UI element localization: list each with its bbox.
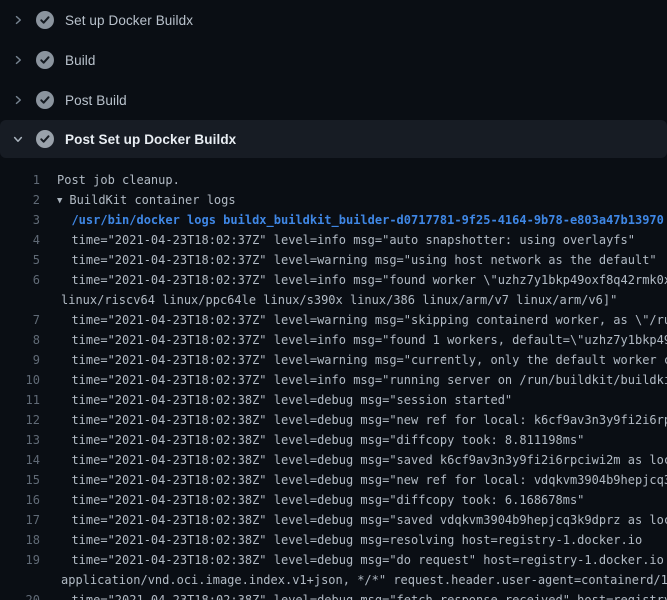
log-line: 11 time="2021-04-23T18:02:38Z" level=deb…: [0, 390, 667, 410]
step-label: Build: [65, 53, 96, 68]
log-line: 10 time="2021-04-23T18:02:37Z" level=inf…: [0, 370, 667, 390]
log-line: 2 ▼BuildKit container logs: [0, 190, 667, 210]
log-text: time="2021-04-23T18:02:38Z" level=debug …: [57, 550, 667, 570]
line-number[interactable]: 20: [0, 590, 40, 600]
group-collapse-triangle-icon[interactable]: ▼: [57, 191, 62, 210]
line-number[interactable]: 3: [0, 210, 40, 230]
log-text: linux/riscv64 linux/ppc64le linux/s390x …: [61, 290, 617, 310]
log-text: time="2021-04-23T18:02:38Z" level=debug …: [57, 590, 667, 600]
log-text: time="2021-04-23T18:02:38Z" level=debug …: [57, 490, 584, 510]
log-line: 16 time="2021-04-23T18:02:38Z" level=deb…: [0, 490, 667, 510]
log-text: time="2021-04-23T18:02:38Z" level=debug …: [57, 510, 667, 530]
log-text: time="2021-04-23T18:02:37Z" level=warnin…: [57, 310, 667, 330]
line-number[interactable]: 4: [0, 230, 40, 250]
log-line: 5 time="2021-04-23T18:02:37Z" level=warn…: [0, 250, 667, 270]
log-text: time="2021-04-23T18:02:37Z" level=info m…: [57, 230, 635, 250]
log-line: application/vnd.oci.image.index.v1+json,…: [0, 570, 667, 590]
log-line: 19 time="2021-04-23T18:02:38Z" level=deb…: [0, 550, 667, 570]
log-line: 12 time="2021-04-23T18:02:38Z" level=deb…: [0, 410, 667, 430]
log-text: time="2021-04-23T18:02:37Z" level=warnin…: [57, 250, 657, 270]
step-label: Post Set up Docker Buildx: [65, 132, 236, 147]
actions-log-viewer: Set up Docker Buildx Build Post Build Po…: [0, 0, 667, 600]
log-text: time="2021-04-23T18:02:38Z" level=debug …: [57, 530, 642, 550]
line-number[interactable]: 12: [0, 410, 40, 430]
log-line: 6 time="2021-04-23T18:02:37Z" level=info…: [0, 270, 667, 290]
line-number[interactable]: 5: [0, 250, 40, 270]
log-line: 17 time="2021-04-23T18:02:38Z" level=deb…: [0, 510, 667, 530]
log-text: time="2021-04-23T18:02:38Z" level=debug …: [57, 390, 512, 410]
step-label: Set up Docker Buildx: [65, 13, 193, 28]
chevron-down-icon: [11, 132, 25, 146]
line-number[interactable]: 11: [0, 390, 40, 410]
chevron-right-icon: [11, 13, 25, 27]
log-text: time="2021-04-23T18:02:37Z" level=warnin…: [57, 350, 667, 370]
check-circle-icon: [36, 51, 54, 69]
step-header-set-up-docker-buildx[interactable]: Set up Docker Buildx: [0, 0, 667, 40]
log-line: linux/riscv64 linux/ppc64le linux/s390x …: [0, 290, 667, 310]
line-number[interactable]: 9: [0, 350, 40, 370]
line-number[interactable]: 18: [0, 530, 40, 550]
log-line: 3 /usr/bin/docker logs buildx_buildkit_b…: [0, 210, 667, 230]
line-number[interactable]: 7: [0, 310, 40, 330]
line-number[interactable]: 17: [0, 510, 40, 530]
line-number: [0, 290, 40, 310]
log-line: 9 time="2021-04-23T18:02:37Z" level=warn…: [0, 350, 667, 370]
log-line: 18 time="2021-04-23T18:02:38Z" level=deb…: [0, 530, 667, 550]
check-circle-icon: [36, 91, 54, 109]
line-number: [0, 570, 40, 590]
log-text: time="2021-04-23T18:02:37Z" level=info m…: [57, 370, 667, 390]
log-text: application/vnd.oci.image.index.v1+json,…: [61, 570, 667, 590]
line-number[interactable]: 1: [0, 170, 40, 190]
log-text: ▼BuildKit container logs: [57, 190, 236, 210]
log-line: 13 time="2021-04-23T18:02:38Z" level=deb…: [0, 430, 667, 450]
log-line: 1 Post job cleanup.: [0, 170, 667, 190]
log-line: 15 time="2021-04-23T18:02:38Z" level=deb…: [0, 470, 667, 490]
line-number[interactable]: 19: [0, 550, 40, 570]
log-text: time="2021-04-23T18:02:37Z" level=info m…: [57, 330, 667, 350]
log-text: Post job cleanup.: [57, 170, 180, 190]
step-header-post-build[interactable]: Post Build: [0, 80, 667, 120]
line-number[interactable]: 16: [0, 490, 40, 510]
log-output: 1 Post job cleanup. 2 ▼BuildKit container l…: [0, 158, 667, 600]
log-line: 7 time="2021-04-23T18:02:37Z" level=warn…: [0, 310, 667, 330]
line-number[interactable]: 2: [0, 190, 40, 210]
log-text: time="2021-04-23T18:02:37Z" level=info m…: [57, 270, 667, 290]
log-line: 4 time="2021-04-23T18:02:37Z" level=info…: [0, 230, 667, 250]
log-text: time="2021-04-23T18:02:38Z" level=debug …: [57, 470, 667, 490]
log-line: 14 time="2021-04-23T18:02:38Z" level=deb…: [0, 450, 667, 470]
log-line: 8 time="2021-04-23T18:02:37Z" level=info…: [0, 330, 667, 350]
line-number[interactable]: 10: [0, 370, 40, 390]
chevron-right-icon: [11, 93, 25, 107]
log-text: time="2021-04-23T18:02:38Z" level=debug …: [57, 430, 584, 450]
check-circle-icon: [36, 11, 54, 29]
line-number[interactable]: 13: [0, 430, 40, 450]
check-circle-icon: [36, 130, 54, 148]
command-log-text: /usr/bin/docker logs buildx_buildkit_bui…: [57, 210, 664, 230]
line-number[interactable]: 8: [0, 330, 40, 350]
log-text: time="2021-04-23T18:02:38Z" level=debug …: [57, 450, 667, 470]
step-header-build[interactable]: Build: [0, 40, 667, 80]
chevron-right-icon: [11, 53, 25, 67]
line-number[interactable]: 6: [0, 270, 40, 290]
log-text: time="2021-04-23T18:02:38Z" level=debug …: [57, 410, 667, 430]
step-header-post-set-up-docker-buildx[interactable]: Post Set up Docker Buildx: [0, 120, 667, 158]
log-line: 20 time="2021-04-23T18:02:38Z" level=deb…: [0, 590, 667, 600]
step-label: Post Build: [65, 93, 127, 108]
line-number[interactable]: 14: [0, 450, 40, 470]
line-number[interactable]: 15: [0, 470, 40, 490]
